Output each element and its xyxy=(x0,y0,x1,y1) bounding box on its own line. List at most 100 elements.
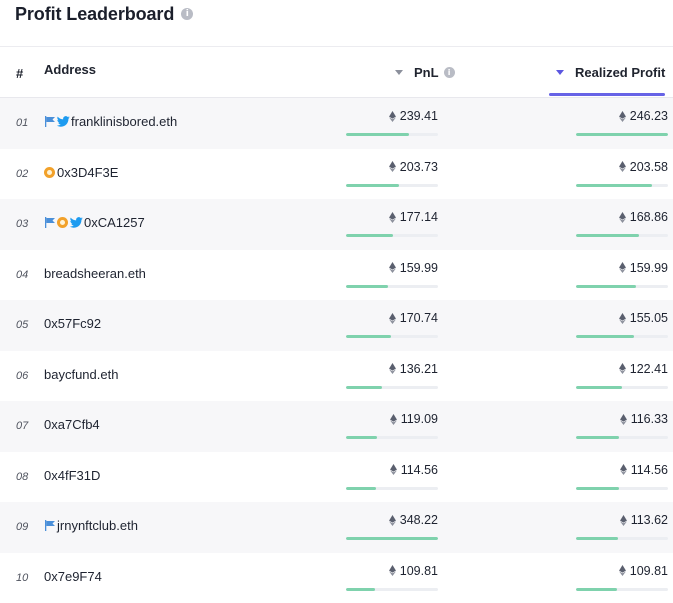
address-link[interactable]: 0x4fF31D xyxy=(44,468,100,483)
address-text[interactable]: jrnynftclub.eth xyxy=(57,518,138,533)
address-text[interactable]: 0xCA1257 xyxy=(84,215,145,230)
pnl-bar-fill xyxy=(346,588,375,591)
leaderboard-table: # Address PnL i Realized Profit 01frankl… xyxy=(0,46,673,603)
address-link[interactable]: 0xa7Cfb4 xyxy=(44,417,100,432)
flag-icon xyxy=(44,217,56,228)
pnl-bar xyxy=(346,285,438,288)
pnl-value: 136.21 xyxy=(389,362,438,376)
table-row[interactable]: 04breadsheeran.eth159.99159.99 xyxy=(0,250,673,301)
eth-icon xyxy=(619,262,626,273)
address-text[interactable]: 0x57Fc92 xyxy=(44,316,101,331)
realized-profit-amount: 246.23 xyxy=(630,109,668,123)
pnl-amount: 203.73 xyxy=(400,160,438,174)
pnl-bar xyxy=(346,487,438,490)
eth-icon xyxy=(619,363,626,374)
realized-profit-bar xyxy=(576,537,668,540)
eth-icon xyxy=(389,515,396,526)
coin-icon xyxy=(44,167,55,178)
rank-number: 07 xyxy=(16,420,28,432)
info-icon[interactable]: i xyxy=(444,67,455,78)
realized-profit-value: 114.56 xyxy=(620,463,668,477)
realized-profit-bar xyxy=(576,588,668,591)
address-text[interactable]: 0xa7Cfb4 xyxy=(44,417,100,432)
flag-icon xyxy=(44,520,56,531)
realized-profit-value: 159.99 xyxy=(619,261,668,275)
eth-icon xyxy=(389,111,396,122)
eth-icon xyxy=(619,313,626,324)
realized-profit-amount: 168.86 xyxy=(630,210,668,224)
address-text[interactable]: baycfund.eth xyxy=(44,367,118,382)
realized-profit-amount: 203.58 xyxy=(630,160,668,174)
realized-profit-bar-fill xyxy=(576,537,618,540)
address-text[interactable]: breadsheeran.eth xyxy=(44,266,146,281)
table-row[interactable]: 100x7e9F74109.81109.81 xyxy=(0,553,673,603)
pnl-column-header[interactable]: PnL i xyxy=(395,65,455,80)
eth-icon xyxy=(620,515,627,526)
table-row[interactable]: 06baycfund.eth136.21122.41 xyxy=(0,351,673,402)
realized-profit-amount: 155.05 xyxy=(630,311,668,325)
table-row[interactable]: 09jrnynftclub.eth348.22113.62 xyxy=(0,502,673,553)
realized-profit-bar xyxy=(576,487,668,490)
realized-profit-bar-fill xyxy=(576,335,634,338)
active-sort-indicator xyxy=(549,93,665,96)
eth-icon xyxy=(619,565,626,576)
realized-profit-bar-fill xyxy=(576,588,617,591)
eth-icon xyxy=(389,262,396,273)
realized-profit-value: 109.81 xyxy=(619,564,668,578)
address-text[interactable]: 0x3D4F3E xyxy=(57,165,118,180)
realized-profit-bar xyxy=(576,133,668,136)
pnl-header-label: PnL xyxy=(414,65,439,80)
pnl-value: 177.14 xyxy=(389,210,438,224)
address-text[interactable]: 0x7e9F74 xyxy=(44,569,102,584)
info-icon[interactable]: i xyxy=(181,8,193,20)
table-row[interactable]: 080x4fF31D114.56114.56 xyxy=(0,452,673,503)
twitter-icon[interactable] xyxy=(70,217,83,228)
address-link[interactable]: 0x57Fc92 xyxy=(44,316,101,331)
realized-profit-amount: 113.62 xyxy=(631,513,668,527)
table-row[interactable]: 01 franklinisbored.eth 239.41 246.23 xyxy=(0,98,673,149)
realized-profit-amount: 116.33 xyxy=(631,412,668,426)
realized-profit-bar-fill xyxy=(576,234,639,237)
address-text[interactable]: franklinisbored.eth xyxy=(71,114,177,129)
address-link[interactable]: baycfund.eth xyxy=(44,367,118,382)
rank-number: 02 xyxy=(16,168,28,180)
pnl-bar-fill xyxy=(346,234,393,237)
pnl-amount: 348.22 xyxy=(400,513,438,527)
realized-profit-bar-fill xyxy=(576,487,619,490)
pnl-amount: 119.09 xyxy=(401,412,438,426)
realized-profit-column-header[interactable]: Realized Profit xyxy=(556,65,665,80)
eth-icon xyxy=(389,212,396,223)
address-column-header: Address xyxy=(44,62,96,77)
realized-profit-value: 116.33 xyxy=(620,412,668,426)
pnl-value: 109.81 xyxy=(389,564,438,578)
address-link[interactable]: 0xCA1257 xyxy=(44,215,145,230)
realized-profit-value: 246.23 xyxy=(619,109,668,123)
pnl-amount: 177.14 xyxy=(400,210,438,224)
pnl-value: 170.74 xyxy=(389,311,438,325)
address-link[interactable]: franklinisbored.eth xyxy=(44,114,177,129)
pnl-amount: 159.99 xyxy=(400,261,438,275)
rank-number: 01 xyxy=(16,117,28,129)
table-row[interactable]: 05 0x57Fc92 170.74 155.05 xyxy=(0,300,673,351)
pnl-amount: 136.21 xyxy=(400,362,438,376)
page-title: Profit Leaderboard xyxy=(15,4,174,25)
address-link[interactable]: jrnynftclub.eth xyxy=(44,518,138,533)
pnl-bar xyxy=(346,184,438,187)
eth-icon xyxy=(389,161,396,172)
page-header: Profit Leaderboard i xyxy=(15,2,193,26)
address-link[interactable]: 0x3D4F3E xyxy=(44,165,118,180)
address-link[interactable]: 0x7e9F74 xyxy=(44,569,102,584)
realized-profit-header-label: Realized Profit xyxy=(575,65,665,80)
table-row[interactable]: 02 0x3D4F3E 203.73 203.58 xyxy=(0,149,673,200)
realized-profit-amount: 109.81 xyxy=(630,564,668,578)
table-row[interactable]: 030xCA1257177.14168.86 xyxy=(0,199,673,250)
pnl-bar-fill xyxy=(346,335,391,338)
address-link[interactable]: breadsheeran.eth xyxy=(44,266,146,281)
pnl-value: 119.09 xyxy=(390,412,438,426)
table-row[interactable]: 07 0xa7Cfb4 119.09 116.33 xyxy=(0,401,673,452)
eth-icon xyxy=(619,161,626,172)
rank-number: 05 xyxy=(16,319,28,331)
address-text[interactable]: 0x4fF31D xyxy=(44,468,100,483)
twitter-icon[interactable] xyxy=(57,116,70,127)
pnl-value: 239.41 xyxy=(389,109,438,123)
